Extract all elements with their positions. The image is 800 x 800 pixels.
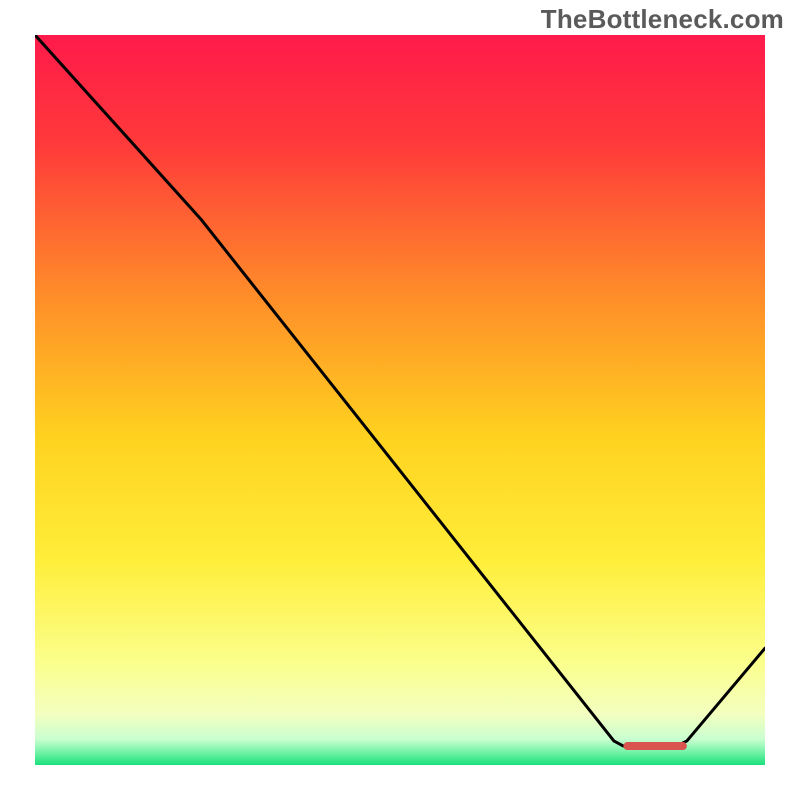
- plot-area: [35, 35, 765, 765]
- watermark-text: TheBottleneck.com: [541, 4, 784, 35]
- chart-frame: TheBottleneck.com: [0, 0, 800, 800]
- gradient-background: [35, 35, 765, 765]
- chart-svg: [35, 35, 765, 765]
- optimal-range-marker: [623, 742, 687, 750]
